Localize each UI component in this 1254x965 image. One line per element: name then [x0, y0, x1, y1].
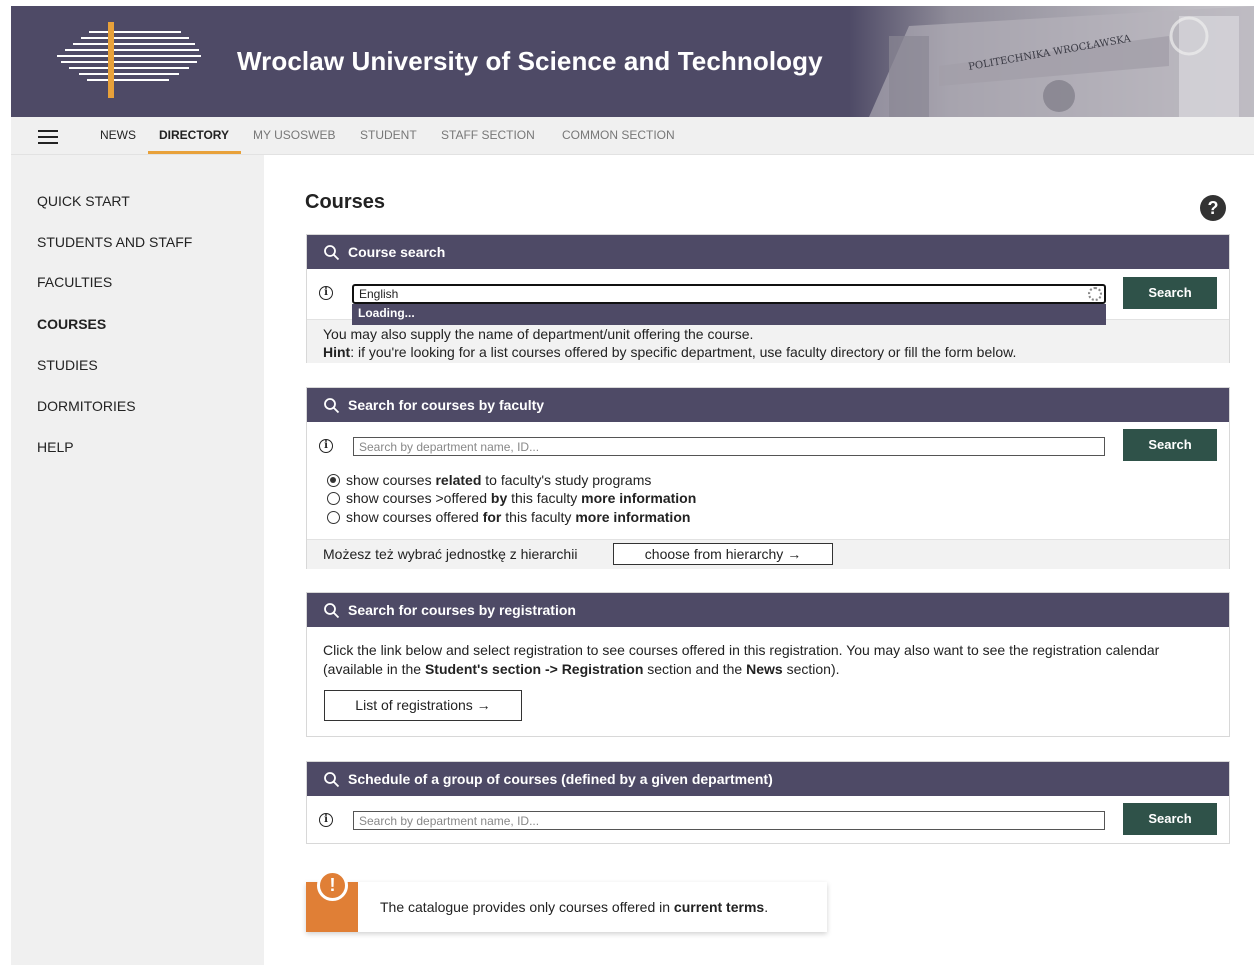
schedule-search-header: Schedule of a group of courses (defined … [307, 762, 1229, 796]
faculty-search-input[interactable] [353, 437, 1105, 456]
option-text: this faculty [507, 490, 582, 506]
exclamation-icon: ! [317, 870, 348, 901]
sidebar-item-courses[interactable]: COURSES [37, 316, 106, 332]
option-text: this faculty [501, 509, 576, 525]
help-icon[interactable]: ? [1200, 195, 1226, 221]
active-tab-indicator [148, 151, 241, 154]
option-text: show courses >offered [346, 490, 491, 506]
info-icon[interactable]: i [319, 813, 333, 827]
sidebar: QUICK START STUDENTS AND STAFF FACULTIES… [11, 155, 264, 965]
radio-button[interactable] [327, 492, 340, 505]
schedule-search-title: Schedule of a group of courses (defined … [348, 771, 773, 787]
university-name: Wroclaw University of Science and Techno… [237, 46, 823, 76]
more-information-link[interactable]: more information [575, 509, 690, 525]
nav-staff-section[interactable]: STAFF SECTION [441, 128, 535, 142]
faculty-search-button[interactable]: Search [1123, 429, 1217, 461]
option-bold: for [482, 509, 502, 525]
schedule-search-button[interactable]: Search [1123, 803, 1217, 835]
nav-common-section[interactable]: COMMON SECTION [562, 128, 675, 142]
more-information-link[interactable]: more information [581, 490, 696, 506]
autocomplete-dropdown: Loading... [352, 304, 1106, 325]
notice-text-bold: current terms [673, 899, 765, 915]
university-logo-icon [57, 22, 201, 98]
university-banner: Wroclaw University of Science and Techno… [11, 6, 1254, 117]
nav-my-usosweb[interactable]: MY USOSWEB [253, 128, 335, 142]
info-icon[interactable]: i [319, 439, 333, 453]
student-section-link-text: Student's section -> Registration [424, 661, 644, 677]
radio-button[interactable] [327, 474, 340, 487]
option-bold: related [435, 472, 482, 488]
hierarchy-text: Możesz też wybrać jednostkę z hierarchii [323, 546, 578, 562]
registration-search-title: Search for courses by registration [348, 602, 576, 618]
registration-description: Click the link below and select registra… [323, 641, 1218, 679]
option-text: show courses [346, 472, 436, 488]
registration-text: section and the [643, 661, 747, 677]
option-bold: by [490, 490, 508, 506]
page-title: Courses [305, 191, 386, 213]
choose-from-hierarchy-button[interactable]: choose from hierarchy → [613, 543, 833, 565]
notice-text-end: . [764, 899, 769, 915]
sidebar-item-studies[interactable]: STUDIES [37, 357, 98, 373]
hint-text: : if you're looking for a list courses o… [350, 344, 1017, 360]
course-search-hint-line: Hint: if you're looking for a list cours… [323, 343, 1229, 361]
faculty-search-header: Search for courses by faculty [307, 388, 1229, 422]
search-icon [324, 772, 340, 788]
top-navigation: NEWS DIRECTORY MY USOSWEB STUDENT STAFF … [11, 117, 1254, 155]
hint-label: Hint [323, 344, 351, 360]
notice-text-main: The catalogue provides only courses offe… [380, 899, 674, 915]
search-icon [324, 398, 340, 414]
radio-option-related[interactable]: show courses related to faculty's study … [327, 472, 651, 488]
nav-student[interactable]: STUDENT [360, 128, 417, 142]
info-icon[interactable]: i [319, 286, 333, 300]
nav-news[interactable]: NEWS [100, 128, 136, 142]
course-search-title: Course search [348, 244, 446, 260]
sidebar-item-students-and-staff[interactable]: STUDENTS AND STAFF [37, 234, 192, 250]
option-text: to faculty's study programs [481, 472, 652, 488]
registration-search-header: Search for courses by registration [307, 593, 1229, 627]
nav-directory[interactable]: DIRECTORY [159, 128, 229, 142]
sidebar-item-dormitories[interactable]: DORMITORIES [37, 398, 136, 414]
course-search-note: You may also supply the name of departme… [323, 326, 754, 342]
faculty-search-title: Search for courses by faculty [348, 397, 545, 413]
search-icon [324, 603, 340, 619]
course-search-input[interactable] [352, 284, 1106, 304]
news-link-text: News [746, 661, 783, 677]
faculty-search-panel: Search for courses by faculty show cours… [306, 387, 1230, 569]
schedule-search-input[interactable] [353, 811, 1105, 830]
course-search-hint: You may also supply the name of departme… [307, 319, 1229, 363]
radio-option-offered-for[interactable]: show courses offered for this faculty mo… [327, 509, 690, 525]
search-icon [324, 245, 340, 261]
sidebar-item-quick-start[interactable]: QUICK START [37, 193, 130, 209]
catalogue-notice: ! The catalogue provides only courses of… [306, 870, 827, 932]
course-search-button[interactable]: Search [1123, 277, 1217, 309]
schedule-search-panel: Schedule of a group of courses (defined … [306, 761, 1230, 844]
registration-text: section). [782, 661, 840, 677]
radio-button[interactable] [327, 511, 340, 524]
option-text: show courses offered [346, 509, 483, 525]
notice-text: The catalogue provides only courses offe… [380, 899, 768, 915]
sidebar-item-help[interactable]: HELP [37, 439, 74, 455]
list-of-registrations-button[interactable]: List of registrations → [324, 690, 522, 721]
sidebar-item-faculties[interactable]: FACULTIES [37, 274, 112, 290]
radio-option-offered-by[interactable]: show courses >offered by this faculty mo… [327, 490, 696, 506]
menu-icon[interactable] [38, 130, 58, 144]
loading-spinner-icon [1088, 287, 1102, 301]
course-search-header: Course search [307, 235, 1229, 269]
building-facade-image: POLITECHNIKA WROCŁAWSKA [849, 6, 1254, 117]
